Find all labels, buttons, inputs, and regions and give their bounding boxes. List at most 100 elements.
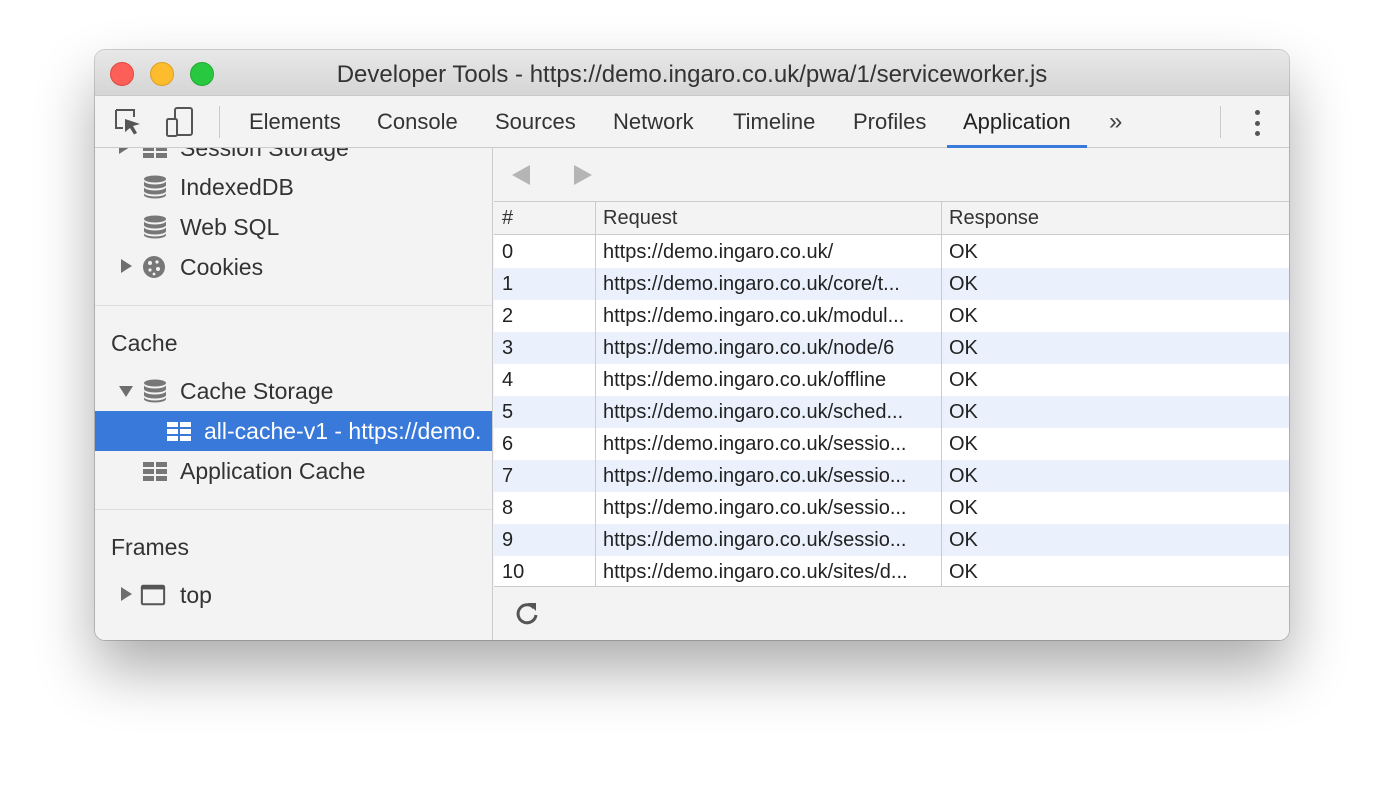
cell-index: 7 (502, 465, 514, 487)
cell-index: 9 (502, 529, 514, 551)
device-toolbar-icon[interactable] (163, 106, 197, 138)
database-icon (144, 379, 166, 403)
tab-network[interactable]: Network (597, 96, 710, 148)
tab-elements[interactable]: Elements (233, 96, 357, 148)
expand-arrow-icon[interactable] (121, 259, 132, 273)
cell-request: https://demo.ingaro.co.uk/ (603, 241, 834, 263)
sidebar-item-label: Session Storage (180, 148, 349, 161)
grid-icon (167, 422, 191, 441)
devtools-window: Developer Tools - https://demo.ingaro.co… (95, 50, 1289, 640)
sidebar-item-label: top (180, 582, 212, 608)
cell-request: https://demo.ingaro.co.uk/sessio... (603, 433, 907, 455)
column-header-response[interactable]: Response (941, 202, 1289, 234)
expand-arrow-icon[interactable] (121, 587, 132, 601)
sidebar-item-cache-storage[interactable]: Cache Storage (95, 371, 492, 411)
grid-icon (143, 148, 167, 158)
inspect-element-icon[interactable] (111, 106, 145, 138)
cache-entries-table: 0 https://demo.ingaro.co.uk/OK 1 https://de… (494, 236, 1289, 588)
sidebar-item-label: Cookies (180, 254, 264, 280)
table-row[interactable]: 2 https://demo.ingaro.co.uk/modul... OK (494, 300, 1289, 332)
table-row[interactable]: 8 https://demo.ingaro.co.uk/sessio... OK (494, 492, 1289, 524)
cell-response: OK (949, 529, 978, 551)
cache-pagination-bar (494, 148, 1289, 202)
cell-index: 4 (502, 369, 514, 391)
cell-request: https://demo.ingaro.co.uk/sessio... (603, 465, 907, 487)
cell-request: https://demo.ingaro.co.uk/node/6 (603, 337, 895, 359)
cell-request: https://demo.ingaro.co.uk/sites/d... (603, 561, 908, 583)
cell-response: OK (949, 305, 978, 327)
column-divider[interactable] (595, 202, 596, 586)
sidebar-item-top-frame[interactable]: top (95, 575, 492, 615)
tab-application[interactable]: Application (947, 96, 1087, 148)
devtools-toolbar: Elements Console Sources Network Timelin… (95, 96, 1289, 148)
cell-response: OK (949, 337, 978, 359)
cache-section-title: Cache (111, 330, 178, 356)
sidebar-item-label: Web SQL (180, 214, 280, 240)
cell-request: https://demo.ingaro.co.uk/modul... (603, 305, 905, 327)
tab-console[interactable]: Console (361, 96, 474, 148)
cell-response: OK (949, 497, 978, 519)
window-title: Developer Tools - https://demo.ingaro.co… (336, 61, 1048, 88)
forward-arrow-icon[interactable] (574, 165, 592, 185)
frame-icon (140, 584, 166, 606)
column-header-request[interactable]: Request (595, 202, 941, 234)
sidebar-item-all-cache-v1[interactable]: all-cache-v1 - https://demo. (95, 411, 492, 451)
cell-request: https://demo.ingaro.co.uk/sessio... (603, 529, 907, 551)
back-arrow-icon[interactable] (512, 165, 530, 185)
cell-index: 10 (502, 561, 525, 583)
cell-response: OK (949, 369, 978, 391)
cache-footer-bar (494, 586, 1289, 640)
sidebar-item-label: IndexedDB (180, 174, 294, 200)
toolbar-separator (1220, 106, 1221, 138)
cell-response: OK (949, 273, 978, 295)
table-row[interactable]: 4 https://demo.ingaro.co.uk/offline OK (494, 364, 1289, 396)
sidebar-item-session-storage[interactable]: Session Storage (95, 148, 492, 168)
cell-index: 2 (502, 305, 514, 327)
cell-index: 0 (502, 241, 514, 263)
table-header: # Request Response (494, 202, 1289, 235)
refresh-icon[interactable] (514, 600, 540, 626)
expand-arrow-icon[interactable] (119, 148, 130, 154)
title-bar: Developer Tools - https://demo.ingaro.co… (95, 50, 1289, 96)
sidebar-item-application-cache[interactable]: Application Cache (95, 451, 492, 491)
sidebar-item-indexeddb[interactable]: IndexedDB (95, 167, 492, 207)
cell-response: OK (949, 241, 978, 263)
table-row[interactable]: 0 https://demo.ingaro.co.uk/OK (494, 236, 1289, 268)
sidebar-item-cookies[interactable]: Cookies (95, 247, 492, 287)
cookie-icon (143, 256, 165, 278)
table-row[interactable]: 7 https://demo.ingaro.co.uk/sessio... OK (494, 460, 1289, 492)
cell-request: https://demo.ingaro.co.uk/sessio... (603, 497, 907, 519)
cell-request: https://demo.ingaro.co.uk/core/t... (603, 273, 900, 295)
table-row[interactable]: 3 https://demo.ingaro.co.uk/node/6 OK (494, 332, 1289, 364)
cell-request: https://demo.ingaro.co.uk/sched... (603, 401, 904, 423)
sidebar-item-web-sql[interactable]: Web SQL (95, 207, 492, 247)
table-row[interactable]: 10 https://demo.ingaro.co.uk/sites/d... OK (494, 556, 1289, 588)
menu-kebab-icon[interactable] (1247, 108, 1267, 138)
sidebar-item-label: all-cache-v1 - https://demo. (204, 418, 482, 444)
cache-storage-view: # Request Response 0 https://demo.ingaro.… (494, 148, 1289, 640)
cell-response: OK (949, 433, 978, 455)
section-divider (95, 509, 492, 510)
table-row[interactable]: 9 https://demo.ingaro.co.uk/sessio... OK (494, 524, 1289, 556)
section-divider (95, 305, 492, 306)
database-icon (144, 175, 166, 199)
grid-icon (143, 462, 167, 481)
cell-request: https://demo.ingaro.co.uk/offline (603, 369, 887, 391)
sidebar-item-label: Application Cache (180, 458, 366, 484)
tab-timeline[interactable]: Timeline (717, 96, 831, 148)
table-row[interactable]: 5 https://demo.ingaro.co.uk/sched... OK (494, 396, 1289, 428)
frames-section-title: Frames (111, 534, 189, 560)
tab-sources[interactable]: Sources (479, 96, 592, 148)
column-header-index[interactable]: # (494, 202, 595, 234)
table-row[interactable]: 1 https://demo.ingaro.co.uk/core/t... OK (494, 268, 1289, 300)
cell-response: OK (949, 465, 978, 487)
tab-profiles[interactable]: Profiles (837, 96, 942, 148)
table-row[interactable]: 6 https://demo.ingaro.co.uk/sessio... OK (494, 428, 1289, 460)
collapse-arrow-icon[interactable] (119, 386, 133, 397)
column-divider[interactable] (941, 202, 942, 586)
cell-index: 3 (502, 337, 514, 359)
application-sidebar: Session Storage IndexedDB Web SQL Cookie… (95, 148, 493, 640)
more-tabs-icon[interactable]: » (1109, 108, 1122, 136)
toolbar-separator (219, 106, 220, 138)
cell-response: OK (949, 561, 978, 583)
